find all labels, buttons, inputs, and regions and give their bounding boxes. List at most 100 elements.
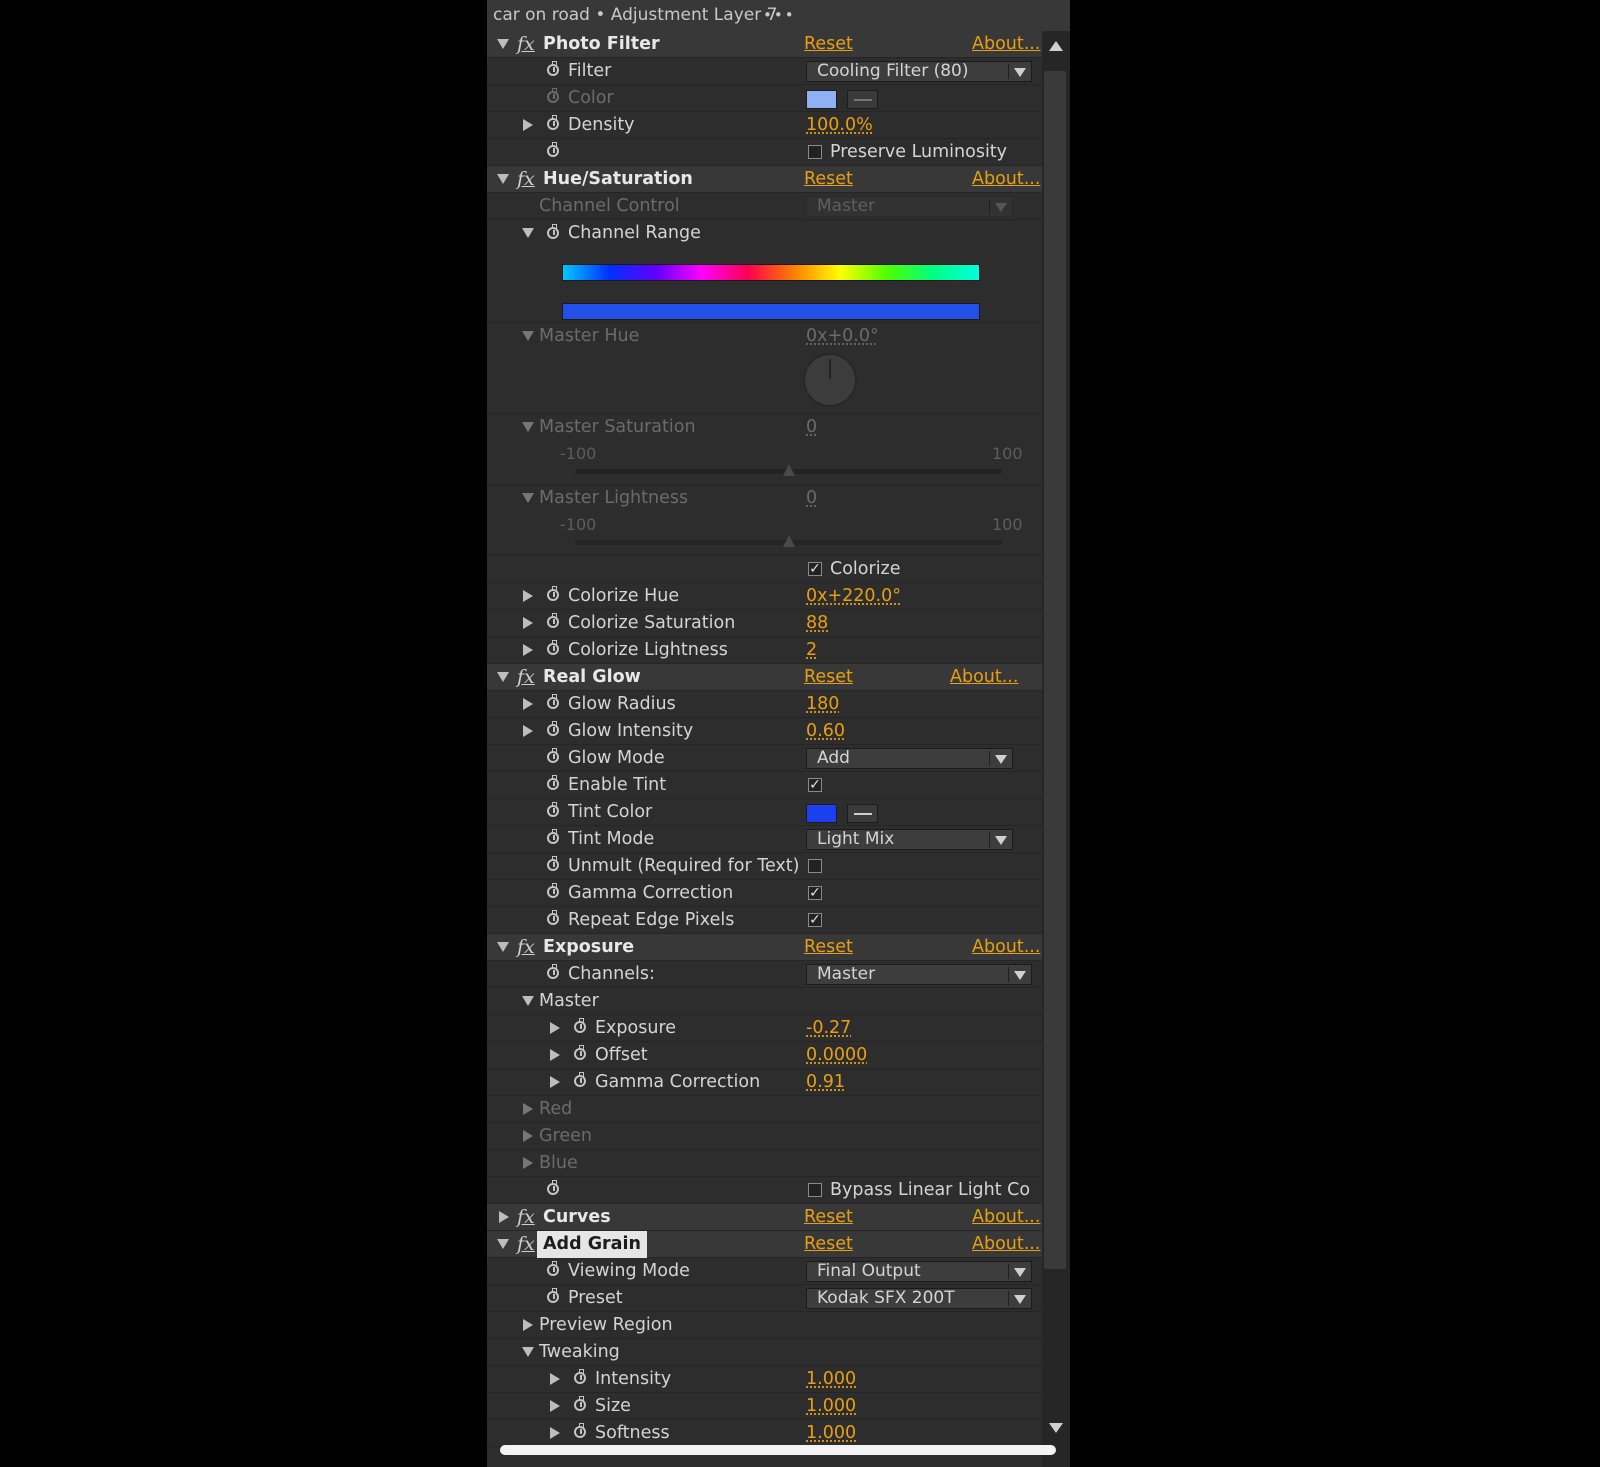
stopwatch-icon[interactable]	[547, 694, 559, 709]
collapse-arrow-icon[interactable]	[522, 331, 534, 341]
glow-intensity-value[interactable]: 0.60	[806, 718, 845, 744]
expand-arrow-icon[interactable]	[550, 1076, 560, 1088]
expand-arrow-icon[interactable]	[523, 1130, 533, 1142]
about-link[interactable]: About...	[972, 1204, 1040, 1231]
reset-link[interactable]: Reset	[804, 934, 853, 961]
collapse-arrow-icon[interactable]	[522, 228, 534, 238]
stopwatch-icon[interactable]	[574, 1396, 586, 1411]
expand-arrow-icon[interactable]	[550, 1049, 560, 1061]
effect-header-photo-filter[interactable]: fx Photo Filter Reset About...	[487, 31, 1042, 58]
collapse-arrow-icon[interactable]	[522, 996, 534, 1006]
exposure-value[interactable]: -0.27	[806, 1015, 851, 1041]
color-swatch[interactable]	[806, 804, 837, 823]
scroll-down-arrow-icon[interactable]	[1049, 1423, 1063, 1433]
enable-tint-checkbox[interactable]: ✓	[808, 778, 822, 792]
channel-range-spectrum-bar[interactable]	[562, 264, 980, 281]
colorize-hue-value[interactable]: 0x+220.0°	[806, 583, 901, 609]
collapse-arrow-icon[interactable]	[522, 422, 534, 432]
intensity-value[interactable]: 1.000	[806, 1366, 856, 1392]
fx-toggle-icon[interactable]: fx	[517, 32, 535, 56]
reset-link[interactable]: Reset	[804, 1204, 853, 1231]
about-link[interactable]: About...	[972, 166, 1040, 193]
colorize-checkbox[interactable]: ✓	[808, 562, 822, 576]
unmult-checkbox[interactable]	[808, 859, 822, 873]
fx-toggle-icon[interactable]: fx	[517, 935, 535, 959]
stopwatch-icon[interactable]	[547, 586, 559, 601]
glow-radius-value[interactable]: 180	[806, 691, 839, 717]
expand-arrow-icon[interactable]	[523, 1103, 533, 1115]
bypass-checkbox[interactable]	[808, 1183, 822, 1197]
viewing-mode-dropdown[interactable]: Final Output	[806, 1261, 1032, 1282]
expand-arrow-icon[interactable]	[550, 1022, 560, 1034]
effect-name[interactable]: Real Glow	[543, 664, 641, 691]
gamma-value[interactable]: 0.91	[806, 1069, 845, 1095]
collapse-arrow-icon[interactable]	[497, 174, 509, 184]
expand-arrow-icon[interactable]	[550, 1373, 560, 1385]
stopwatch-icon[interactable]	[547, 802, 559, 817]
collapse-arrow-icon[interactable]	[522, 1347, 534, 1357]
expand-arrow-icon[interactable]	[550, 1400, 560, 1412]
tint-mode-dropdown[interactable]: Light Mix	[806, 829, 1013, 850]
expand-arrow-icon[interactable]	[523, 1157, 533, 1169]
effect-header-hue-saturation[interactable]: fx Hue/Saturation Reset About...	[487, 166, 1042, 193]
colorize-saturation-value[interactable]: 88	[806, 610, 828, 636]
effect-name-selected[interactable]: Add Grain	[537, 1231, 647, 1258]
panel-menu-icon[interactable]: •••	[763, 0, 796, 31]
collapse-arrow-icon[interactable]	[497, 672, 509, 682]
stopwatch-icon[interactable]	[547, 142, 559, 157]
about-link[interactable]: About...	[972, 1231, 1040, 1258]
effect-name[interactable]: Curves	[543, 1204, 611, 1231]
stopwatch-icon[interactable]	[547, 61, 559, 76]
reset-link[interactable]: Reset	[804, 1231, 853, 1258]
fx-toggle-icon[interactable]: fx	[517, 167, 535, 191]
fx-toggle-icon[interactable]: fx	[517, 1232, 535, 1256]
fx-toggle-icon[interactable]: fx	[517, 665, 535, 689]
filter-dropdown[interactable]: Cooling Filter (80)	[806, 61, 1032, 82]
stopwatch-icon[interactable]	[547, 910, 559, 925]
stopwatch-icon[interactable]	[574, 1369, 586, 1384]
stopwatch-icon[interactable]	[574, 1018, 586, 1033]
stopwatch-icon[interactable]	[547, 1288, 559, 1303]
gamma-correction-checkbox[interactable]: ✓	[808, 886, 822, 900]
reset-link[interactable]: Reset	[804, 166, 853, 193]
stopwatch-icon[interactable]	[547, 721, 559, 736]
stopwatch-icon[interactable]	[547, 748, 559, 763]
softness-value[interactable]: 1.000	[806, 1420, 856, 1446]
repeat-edge-checkbox[interactable]: ✓	[808, 913, 822, 927]
expand-arrow-icon[interactable]	[523, 590, 533, 602]
expand-arrow-icon[interactable]	[523, 617, 533, 629]
eyedropper-icon[interactable]	[847, 804, 878, 823]
eyedropper-icon[interactable]	[847, 90, 878, 109]
stopwatch-icon[interactable]	[547, 1261, 559, 1276]
stopwatch-icon[interactable]	[547, 613, 559, 628]
effect-header-curves[interactable]: fx Curves Reset About...	[487, 1204, 1042, 1231]
reset-link[interactable]: Reset	[804, 31, 853, 58]
color-swatch[interactable]	[806, 90, 837, 109]
effect-name[interactable]: Exposure	[543, 934, 634, 961]
expand-arrow-icon[interactable]	[523, 119, 533, 131]
scrollbar-thumb[interactable]	[1044, 71, 1066, 1269]
about-link[interactable]: About...	[972, 934, 1040, 961]
stopwatch-icon[interactable]	[547, 640, 559, 655]
effect-header-add-grain[interactable]: fx Add Grain Reset About...	[487, 1231, 1042, 1258]
about-link[interactable]: About...	[972, 31, 1040, 58]
expand-arrow-icon[interactable]	[499, 1211, 509, 1223]
expand-arrow-icon[interactable]	[523, 644, 533, 656]
stopwatch-icon[interactable]	[547, 964, 559, 979]
stopwatch-icon[interactable]	[574, 1423, 586, 1438]
collapse-arrow-icon[interactable]	[522, 493, 534, 503]
reset-link[interactable]: Reset	[804, 664, 853, 691]
stopwatch-icon[interactable]	[574, 1045, 586, 1060]
effect-name[interactable]: Photo Filter	[543, 31, 660, 58]
offset-value[interactable]: 0.0000	[806, 1042, 867, 1068]
scroll-up-arrow-icon[interactable]	[1049, 41, 1063, 51]
stopwatch-icon[interactable]	[574, 1072, 586, 1087]
stopwatch-icon[interactable]	[547, 856, 559, 871]
channel-range-output-bar[interactable]	[562, 303, 980, 320]
size-value[interactable]: 1.000	[806, 1393, 856, 1419]
stopwatch-icon[interactable]	[547, 1180, 559, 1195]
stopwatch-icon[interactable]	[547, 829, 559, 844]
about-link[interactable]: About...	[950, 664, 1018, 691]
stopwatch-icon[interactable]	[547, 775, 559, 790]
stopwatch-icon[interactable]	[547, 115, 559, 130]
